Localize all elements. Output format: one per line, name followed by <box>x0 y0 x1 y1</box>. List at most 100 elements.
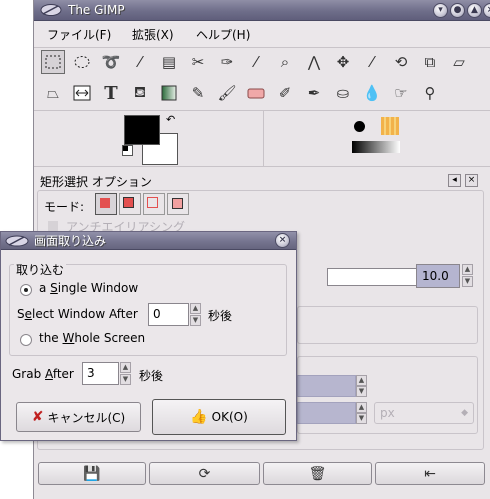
width-field[interactable] <box>297 375 356 397</box>
whole-screen-label[interactable]: the Whole Screen <box>39 331 145 345</box>
color-picker-icon[interactable]: ⁄ <box>244 50 268 74</box>
select-window-after-label: Select Window After <box>17 307 138 321</box>
dodge-burn-icon[interactable]: ⚲ <box>418 81 442 105</box>
paths-icon[interactable]: ✑ <box>215 50 239 74</box>
height-spin-down[interactable]: ▼ <box>356 413 367 424</box>
mode-intersect-button[interactable] <box>167 193 189 215</box>
width-spin-up[interactable]: ▲ <box>356 375 367 386</box>
save-options-button[interactable]: 💾 <box>38 462 146 485</box>
scale-icon[interactable]: ⧉ <box>418 50 442 74</box>
airbrush-icon[interactable]: ✐ <box>273 81 297 105</box>
tool-palette: ➰ ⁄ ▤ ✂ ✑ ⁄ ⌕ ⋀ ✥ ⁄ ⟲ ⧉ ▱ ⏢ T ⛾ ✎ 🖌 ✐ ✒ … <box>37 48 487 108</box>
eraser-icon[interactable] <box>244 81 268 105</box>
clone-icon[interactable]: ⛀ <box>331 81 355 105</box>
unit-dropdown[interactable]: px ◆ <box>374 402 474 424</box>
ok-button[interactable]: 👍 OK(O) <box>152 399 286 435</box>
scissors-icon[interactable]: ✂ <box>186 50 210 74</box>
window-title: The GIMP <box>68 3 125 17</box>
blend-icon[interactable] <box>157 81 181 105</box>
menu-icon[interactable]: ▾ <box>433 3 448 18</box>
select-after-spin-up[interactable]: ▲ <box>190 303 201 314</box>
menu-help[interactable]: ヘルプ(H) <box>196 26 250 43</box>
unit-value: px <box>380 406 395 420</box>
rect-select-icon[interactable] <box>41 50 65 74</box>
cancel-label: キャンセル(C) <box>47 410 126 425</box>
minimize-icon[interactable]: ● <box>450 3 465 18</box>
save-icon: 💾 <box>83 465 101 482</box>
dialog-titlebar[interactable]: 画面取り込み × <box>1 232 296 250</box>
delete-options-button[interactable]: 🗑 <box>263 462 372 485</box>
shear-icon[interactable]: ▱ <box>447 50 471 74</box>
color-select-icon[interactable]: ▤ <box>157 50 181 74</box>
measure-icon[interactable]: ⋀ <box>302 50 326 74</box>
options-close-icon[interactable]: × <box>465 174 478 187</box>
options-menu-icon[interactable]: ◂ <box>448 174 461 187</box>
zoom-icon[interactable]: ⌕ <box>273 50 297 74</box>
height-field[interactable] <box>297 402 356 424</box>
grab-after-seconds-label: 秒後 <box>139 369 164 383</box>
antialias-checkbox[interactable] <box>48 221 58 231</box>
single-window-label[interactable]: a Single Window <box>39 281 138 295</box>
feather-slider[interactable] <box>327 268 417 286</box>
grab-after-spin-up[interactable]: ▲ <box>120 362 131 373</box>
whole-screen-radio[interactable] <box>20 334 32 346</box>
select-window-after-field[interactable]: 0 <box>148 303 189 326</box>
flip-icon[interactable] <box>70 81 94 105</box>
restore-icon: ⟳ <box>198 465 211 482</box>
grab-after-label: Grab After <box>12 367 74 381</box>
select-after-seconds-label: 秒後 <box>208 309 233 323</box>
width-spin-down[interactable]: ▼ <box>356 386 367 397</box>
select-after-spin-down[interactable]: ▼ <box>190 315 201 326</box>
blur-icon[interactable]: 💧 <box>360 81 384 105</box>
single-window-radio[interactable] <box>20 284 32 296</box>
fuzzy-select-icon[interactable]: ⁄ <box>128 50 152 74</box>
mode-add-button[interactable] <box>119 193 141 215</box>
dialog-close-icon[interactable]: × <box>275 233 290 248</box>
restore-options-button[interactable]: ⟳ <box>149 462 260 485</box>
gradient-indicator-icon[interactable] <box>352 141 400 153</box>
capture-group-label: 取り込む <box>14 261 67 278</box>
feather-radius-field[interactable]: 10.0 <box>416 264 460 288</box>
rotate-icon[interactable]: ⟲ <box>389 50 413 74</box>
pencil-icon[interactable]: ✎ <box>186 81 210 105</box>
swap-colors-icon[interactable]: ↶ <box>166 113 175 126</box>
bucket-fill-icon[interactable]: ⛾ <box>128 81 152 105</box>
feather-spin-up[interactable]: ▲ <box>462 264 473 275</box>
perspective-icon[interactable]: ⏢ <box>41 81 65 105</box>
text-icon[interactable]: T <box>99 81 123 105</box>
ink-icon[interactable]: ✒ <box>302 81 326 105</box>
crop-icon[interactable]: ⁄ <box>360 50 384 74</box>
ok-label: OK(O) <box>211 410 248 424</box>
default-colors-icon[interactable] <box>122 145 133 156</box>
grab-after-field[interactable]: 3 <box>82 362 119 385</box>
feather-spin-down[interactable]: ▼ <box>462 276 473 287</box>
brush-indicator-icon[interactable] <box>354 121 365 132</box>
mode-subtract-button[interactable] <box>143 193 165 215</box>
menu-file[interactable]: ファイル(F) <box>47 26 111 43</box>
mode-label: モード: <box>44 200 85 214</box>
gimp-logo-icon <box>5 234 29 248</box>
tool-options-title: 矩形選択 オプション <box>40 175 152 189</box>
divider <box>263 111 264 166</box>
paintbrush-icon[interactable]: 🖌 <box>215 81 239 105</box>
cancel-button[interactable]: ✘ キャンセル(C) <box>16 402 141 432</box>
toolbox-titlebar[interactable]: The GIMP ▾ ● ▲ × <box>34 0 490 21</box>
lasso-icon[interactable]: ➰ <box>99 50 123 74</box>
pattern-indicator-icon[interactable] <box>381 117 399 135</box>
screenshot-dialog: 画面取り込み × 取り込む a Single Window Select Win… <box>0 231 297 441</box>
grab-after-spin-down[interactable]: ▼ <box>120 374 131 385</box>
gimp-logo-icon <box>40 3 62 17</box>
foreground-color-swatch[interactable] <box>124 115 160 145</box>
cancel-icon: ✘ <box>31 409 44 425</box>
ellipse-select-icon[interactable] <box>70 50 94 74</box>
mode-replace-button[interactable] <box>95 193 117 215</box>
reset-icon: ⇤ <box>424 465 436 482</box>
close-icon[interactable]: × <box>483 3 490 18</box>
reset-options-button[interactable]: ⇤ <box>375 462 485 485</box>
smudge-icon[interactable]: ☞ <box>389 81 413 105</box>
move-icon[interactable]: ✥ <box>331 50 355 74</box>
menu-extensions[interactable]: 拡張(X) <box>132 26 174 43</box>
dialog-title: 画面取り込み <box>34 234 107 248</box>
maximize-icon[interactable]: ▲ <box>467 3 482 18</box>
height-spin-up[interactable]: ▲ <box>356 402 367 413</box>
